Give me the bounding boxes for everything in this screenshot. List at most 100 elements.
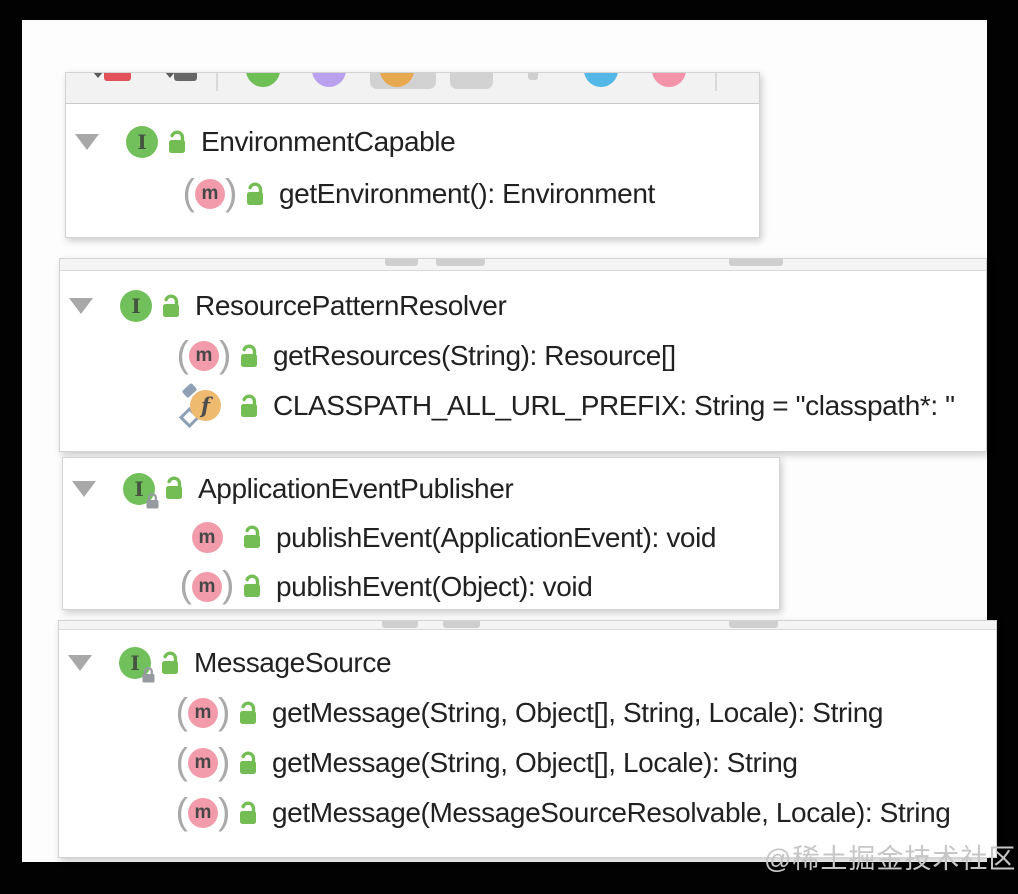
clipped-toolbar xyxy=(66,73,759,104)
structure-tree: I MessageSource ( m ) xyxy=(59,630,996,838)
interface-name: EnvironmentCapable xyxy=(201,128,455,156)
paren-close: ) xyxy=(218,693,230,730)
sort-dark-icon[interactable] xyxy=(174,73,197,81)
tree-row-interface[interactable]: I ApplicationEventPublisher xyxy=(63,464,779,513)
method-letter: m xyxy=(188,748,218,778)
public-lock-icon xyxy=(235,750,260,777)
sort-caret-icon[interactable] xyxy=(93,73,103,78)
filter-pink-icon[interactable] xyxy=(652,73,686,87)
public-lock-icon xyxy=(239,524,264,551)
method-signature: getResources(String): Resource[] xyxy=(273,342,676,370)
interface-letter: I xyxy=(137,132,146,152)
toolbar-separator xyxy=(715,73,717,91)
method-signature: getMessage(String, Object[], Locale): St… xyxy=(272,749,798,777)
interface-name: ResourcePatternResolver xyxy=(195,292,506,320)
interface-letter: I xyxy=(131,296,140,316)
filter-green-icon[interactable] xyxy=(246,73,280,87)
paren-open: ( xyxy=(177,336,189,373)
public-lock-icon xyxy=(242,181,267,208)
abstract-method-icon: ( m ) xyxy=(179,695,227,732)
paren-close: ) xyxy=(218,743,230,780)
clipped-toolbar xyxy=(60,259,986,271)
toolbar-fragment xyxy=(385,259,418,266)
interface-icon: I xyxy=(120,290,152,322)
method-signature: publishEvent(ApplicationEvent): void xyxy=(276,524,716,552)
method-letter: m xyxy=(192,572,222,602)
structure-panel-resource-pattern-resolver: I ResourcePatternResolver ( m ) getResou… xyxy=(59,258,987,452)
method-signature: getEnvironment(): Environment xyxy=(279,180,655,208)
tree-row-method[interactable]: ( m ) getMessage(String, Object[], Strin… xyxy=(59,688,996,738)
paren-close: ) xyxy=(222,566,234,603)
public-lock-icon xyxy=(158,293,183,320)
method-letter: m xyxy=(189,341,219,371)
tree-row-method[interactable]: ( m ) getEnvironment(): Environment xyxy=(66,168,759,220)
public-lock-icon xyxy=(157,650,182,677)
field-signature: CLASSPATH_ALL_URL_PREFIX: String = "clas… xyxy=(273,392,955,420)
toolbar-fragment xyxy=(436,259,485,266)
public-lock-icon xyxy=(236,393,261,420)
expand-triangle-icon[interactable] xyxy=(69,298,93,314)
toolbar-fragment xyxy=(443,621,480,628)
paren-open: ( xyxy=(176,793,188,830)
interface-letter: I xyxy=(130,653,139,673)
structure-tree: I ApplicationEventPublisher m publishEve xyxy=(63,458,779,611)
abstract-method-icon: ( m ) xyxy=(186,176,234,213)
abstract-method-icon: ( m ) xyxy=(183,568,231,605)
public-lock-icon xyxy=(161,475,186,502)
lock-badge-icon xyxy=(141,666,156,683)
tree-row-field[interactable]: f CLASSPATH_ALL_URL_PREFIX: String = "cl… xyxy=(60,381,986,431)
expand-triangle-icon[interactable] xyxy=(75,134,99,150)
toolbar-fragment xyxy=(729,621,778,628)
tree-row-method[interactable]: m publishEvent(ApplicationEvent): void xyxy=(63,513,779,562)
toolbar-separator xyxy=(216,73,218,91)
interface-icon: I xyxy=(119,647,151,679)
paren-close: ) xyxy=(219,336,231,373)
paren-close: ) xyxy=(225,174,237,211)
lock-badge-icon xyxy=(145,492,160,509)
toolbar-fragment xyxy=(528,73,538,80)
toolbar-fragment xyxy=(729,259,783,266)
method-signature: publishEvent(Object): void xyxy=(276,573,592,601)
public-lock-icon xyxy=(236,343,261,370)
method-signature: getMessage(String, Object[], String, Loc… xyxy=(272,699,883,727)
paren-open: ( xyxy=(183,174,195,211)
structure-panel-message-source: I MessageSource ( m ) xyxy=(58,620,997,858)
method-signature: getMessage(MessageSourceResolvable, Loca… xyxy=(272,799,950,827)
clipped-toolbar xyxy=(59,621,996,630)
tree-row-method[interactable]: ( m ) getMessage(MessageSourceResolvable… xyxy=(59,788,996,838)
filter-purple-icon[interactable] xyxy=(312,73,346,87)
paren-open: ( xyxy=(176,743,188,780)
toolbar-fragment xyxy=(382,621,418,628)
tree-row-interface[interactable]: I ResourcePatternResolver xyxy=(60,281,986,331)
tree-row-method[interactable]: ( m ) publishEvent(Object): void xyxy=(63,562,779,611)
paren-open: ( xyxy=(180,566,192,603)
default-method-icon: m xyxy=(183,522,231,553)
tree-row-interface[interactable]: I EnvironmentCapable xyxy=(66,116,759,168)
public-lock-icon xyxy=(164,129,189,156)
tree-row-interface[interactable]: I MessageSource xyxy=(59,638,996,688)
interface-name: MessageSource xyxy=(194,649,391,677)
public-lock-icon xyxy=(235,800,260,827)
site-watermark: @稀土掘金技术社区 xyxy=(764,837,1016,876)
tree-row-method[interactable]: ( m ) getMessage(String, Object[], Local… xyxy=(59,738,996,788)
tree-row-method[interactable]: ( m ) getResources(String): Resource[] xyxy=(60,331,986,381)
method-letter: m xyxy=(188,798,218,828)
filter-blue-icon[interactable] xyxy=(584,73,618,87)
structure-tree: I ResourcePatternResolver ( m ) getResou… xyxy=(60,271,986,431)
static-final-field-icon: f xyxy=(180,384,228,428)
screenshot-canvas: I EnvironmentCapable ( m ) getEnvironmen… xyxy=(22,20,987,862)
interface-icon: I xyxy=(126,126,158,158)
expand-triangle-icon[interactable] xyxy=(72,481,96,497)
visibility-red-icon[interactable] xyxy=(104,73,131,81)
interface-letter: I xyxy=(134,479,143,499)
method-letter: m xyxy=(195,179,225,209)
method-letter: m xyxy=(188,698,218,728)
paren-open: ( xyxy=(176,693,188,730)
abstract-method-icon: ( m ) xyxy=(179,795,227,832)
toolbar-button-pressed[interactable] xyxy=(450,73,493,89)
expand-triangle-icon[interactable] xyxy=(68,655,92,671)
public-lock-icon xyxy=(239,573,264,600)
field-letter: f xyxy=(190,390,221,421)
paren-close: ) xyxy=(218,793,230,830)
abstract-method-icon: ( m ) xyxy=(180,338,228,375)
